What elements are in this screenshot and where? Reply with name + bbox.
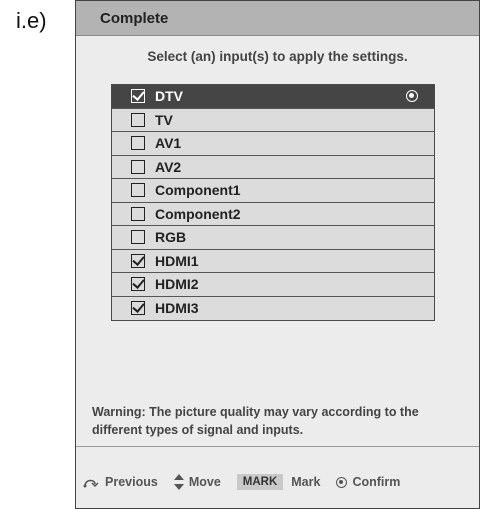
checkbox[interactable] xyxy=(131,206,145,221)
selected-indicator-icon xyxy=(406,90,418,102)
checkbox[interactable] xyxy=(131,276,145,292)
input-row-av1[interactable]: AV1 xyxy=(112,132,434,156)
move-hint: Move xyxy=(173,474,221,490)
input-list: DTV TV AV1 AV2 Component1 Component2 RGB HDMI1 H… xyxy=(111,84,435,321)
warning-text: Warning: The picture quality may vary ac… xyxy=(92,405,419,437)
checkbox[interactable] xyxy=(131,159,145,174)
mark-key-badge: MARK xyxy=(236,474,284,490)
input-label: HDMI2 xyxy=(155,276,199,293)
input-row-component2[interactable]: Component2 xyxy=(112,202,434,226)
input-row-rgb[interactable]: RGB xyxy=(112,226,434,250)
input-label: RGB xyxy=(155,229,187,246)
move-label: Move xyxy=(188,475,221,489)
previous-hint[interactable]: Previous xyxy=(82,475,158,489)
input-label: HDMI1 xyxy=(155,252,199,269)
input-label: HDMI3 xyxy=(155,300,199,317)
input-label: AV1 xyxy=(155,135,182,152)
input-label: AV2 xyxy=(155,158,182,175)
check-icon xyxy=(132,300,145,314)
check-icon xyxy=(132,88,145,102)
check-icon xyxy=(132,276,145,290)
checkbox[interactable] xyxy=(131,230,145,245)
input-row-hdmi1[interactable]: HDMI1 xyxy=(112,249,434,273)
checkbox[interactable] xyxy=(131,88,145,104)
confirm-hint[interactable]: Confirm xyxy=(336,475,400,489)
instruction-text: Select (an) input(s) to apply the settin… xyxy=(147,49,408,64)
dialog-title: Complete xyxy=(76,1,479,36)
mark-label: Mark xyxy=(291,475,321,489)
footer-bar: Previous Move MARK Mark Confirm xyxy=(76,446,479,509)
input-row-tv[interactable]: TV xyxy=(112,108,434,132)
input-label: Component2 xyxy=(155,205,241,222)
input-settings-dialog: Complete Select (an) input(s) to apply t… xyxy=(75,0,480,509)
input-label: Component1 xyxy=(155,182,241,199)
step-label: i.e) xyxy=(16,8,47,33)
checkbox[interactable] xyxy=(131,183,145,198)
check-icon xyxy=(132,252,145,266)
input-label: TV xyxy=(155,111,173,128)
input-row-hdmi3[interactable]: HDMI3 xyxy=(112,296,434,320)
checkbox[interactable] xyxy=(131,112,145,127)
previous-label: Previous xyxy=(105,475,158,489)
checkbox[interactable] xyxy=(131,252,145,268)
input-row-component1[interactable]: Component1 xyxy=(112,179,434,203)
input-row-hdmi2[interactable]: HDMI2 xyxy=(112,273,434,297)
mark-hint[interactable]: MARK Mark xyxy=(236,474,321,490)
up-down-arrows-icon xyxy=(173,474,184,490)
return-arrow-icon xyxy=(82,476,100,488)
confirm-label: Confirm xyxy=(352,475,401,489)
checkbox[interactable] xyxy=(131,136,145,151)
input-row-av2[interactable]: AV2 xyxy=(112,155,434,179)
input-row-dtv[interactable]: DTV xyxy=(112,85,434,109)
checkbox[interactable] xyxy=(131,300,145,316)
input-label: DTV xyxy=(155,88,183,105)
ok-button-icon xyxy=(336,476,348,488)
